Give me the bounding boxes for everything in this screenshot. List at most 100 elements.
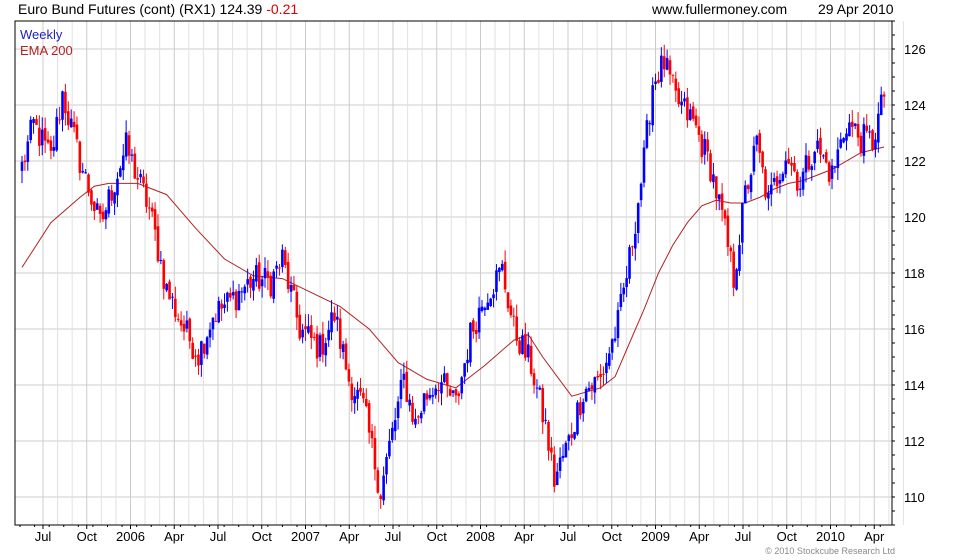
candle-body bbox=[124, 132, 128, 157]
candle-body bbox=[208, 329, 212, 338]
candle-body bbox=[613, 338, 617, 341]
candle-body bbox=[486, 302, 490, 310]
candle-body bbox=[240, 291, 244, 293]
candle-body bbox=[269, 275, 273, 297]
candle-body bbox=[171, 296, 174, 298]
candle-body bbox=[660, 55, 663, 82]
candle-body bbox=[726, 215, 730, 248]
candle-body bbox=[324, 343, 328, 356]
y-tick-label: 122 bbox=[904, 154, 926, 169]
candle-body bbox=[836, 149, 840, 169]
candle-body bbox=[610, 339, 614, 353]
candle-body bbox=[243, 286, 247, 294]
candle-body bbox=[654, 81, 657, 84]
candle-body bbox=[55, 116, 59, 151]
candle-body bbox=[133, 153, 137, 179]
candle-body bbox=[781, 173, 785, 181]
candle-body bbox=[709, 153, 712, 182]
candle-body bbox=[550, 447, 553, 453]
candle-body bbox=[723, 210, 727, 219]
candle-body bbox=[567, 435, 571, 441]
candle-body bbox=[732, 251, 735, 288]
candle-body bbox=[336, 316, 339, 320]
x-axis-labels: Jul Oct 2006 Apr Jul Oct 2007 Apr Jul Oct 2008 Apr J… bbox=[35, 529, 885, 544]
candle-body bbox=[830, 165, 834, 179]
candle-body bbox=[622, 287, 626, 295]
candle-body bbox=[457, 393, 461, 397]
candle-body bbox=[680, 101, 683, 106]
candle-body bbox=[853, 123, 857, 127]
candle-body bbox=[463, 363, 466, 377]
candle-body bbox=[700, 134, 704, 157]
x-tick-label: Jul bbox=[385, 529, 402, 544]
candle-body bbox=[758, 133, 762, 153]
candle-body bbox=[211, 317, 215, 330]
candle-body bbox=[373, 438, 377, 470]
candle-body bbox=[636, 203, 640, 233]
candle-body bbox=[136, 178, 140, 180]
candle-body bbox=[156, 226, 160, 262]
candle-body bbox=[584, 388, 588, 402]
candle-body bbox=[874, 139, 877, 150]
candle-body bbox=[804, 155, 808, 173]
candle-body bbox=[772, 178, 776, 182]
candle-body bbox=[393, 420, 397, 432]
candle-body bbox=[480, 306, 484, 312]
candle-body bbox=[139, 173, 142, 178]
candle-body bbox=[107, 189, 111, 214]
candle-body bbox=[691, 106, 695, 119]
candle-body bbox=[793, 163, 796, 172]
candle-body bbox=[738, 245, 741, 272]
candle-body bbox=[200, 341, 203, 365]
candle-body bbox=[822, 155, 825, 157]
candle-body bbox=[619, 294, 623, 307]
candle-body bbox=[312, 336, 316, 338]
y-axis-labels: 110 112 114 116 118 120 122 124 126 bbox=[904, 42, 926, 505]
candle-body bbox=[535, 387, 539, 389]
candle-body bbox=[538, 387, 542, 390]
legend-weekly: Weekly bbox=[20, 27, 63, 42]
candle-body bbox=[746, 185, 750, 190]
candle-body bbox=[278, 267, 281, 269]
candle-body bbox=[526, 344, 530, 358]
x-tick-label: Oct bbox=[77, 529, 98, 544]
candle-body bbox=[95, 203, 99, 210]
candle-body bbox=[437, 389, 440, 392]
candle-body bbox=[101, 211, 105, 220]
candle-body bbox=[419, 412, 423, 419]
candle-body bbox=[32, 119, 35, 123]
candle-body bbox=[49, 140, 53, 151]
candle-body bbox=[356, 389, 359, 399]
candle-body bbox=[651, 85, 654, 126]
candle-body bbox=[257, 262, 261, 289]
candle-body bbox=[882, 94, 886, 97]
candle-body bbox=[553, 454, 556, 487]
candle-body bbox=[454, 389, 458, 396]
candle-body bbox=[162, 260, 166, 289]
candle-body bbox=[495, 270, 498, 292]
candle-body bbox=[445, 373, 449, 386]
candle-body bbox=[576, 402, 579, 435]
candle-body bbox=[179, 320, 183, 326]
candle-body bbox=[289, 284, 293, 292]
candle-body bbox=[396, 401, 400, 419]
x-tick-label: Oct bbox=[602, 529, 623, 544]
candle-body bbox=[541, 388, 545, 423]
candle-body bbox=[174, 298, 177, 317]
candle-body bbox=[451, 390, 455, 393]
candle-body bbox=[69, 118, 73, 128]
x-tick-label: 2007 bbox=[291, 529, 320, 544]
candle-body bbox=[720, 193, 724, 210]
candle-body bbox=[46, 139, 50, 143]
candle-body bbox=[309, 325, 313, 338]
candle-body bbox=[634, 233, 637, 249]
candle-body bbox=[498, 267, 501, 273]
candle-body bbox=[159, 259, 163, 261]
candle-body bbox=[645, 120, 649, 148]
candle-body bbox=[38, 127, 41, 146]
candle-body bbox=[66, 111, 70, 126]
candle-body bbox=[761, 151, 764, 168]
candle-body bbox=[367, 403, 371, 433]
candle-body bbox=[408, 399, 411, 406]
candle-body bbox=[318, 335, 322, 357]
